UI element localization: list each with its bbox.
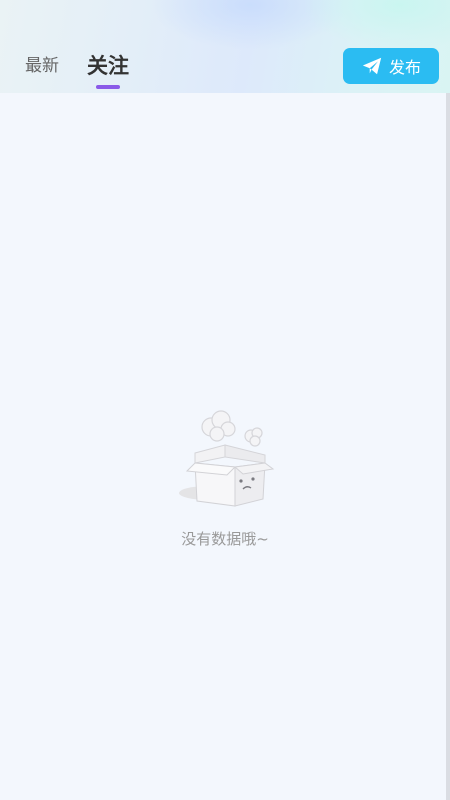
top-bar: 最新 关注 发布 (0, 0, 450, 93)
tab-bar: 最新 关注 (25, 50, 157, 89)
empty-box-icon (179, 410, 275, 507)
page: 最新 关注 发布 没有数据哦~ (0, 0, 450, 800)
publish-button-label: 发布 (388, 58, 421, 77)
paper-plane-icon (362, 57, 382, 75)
active-tab-indicator (96, 85, 120, 89)
tab-latest[interactable]: 最新 (25, 50, 59, 82)
tab-following[interactable]: 关注 (87, 50, 129, 89)
tab-latest-label: 最新 (25, 56, 59, 76)
publish-button[interactable]: 发布 (343, 48, 439, 84)
tab-following-label: 关注 (87, 54, 129, 78)
empty-message: 没有数据哦~ (181, 530, 269, 548)
empty-state: 没有数据哦~ (0, 405, 450, 549)
